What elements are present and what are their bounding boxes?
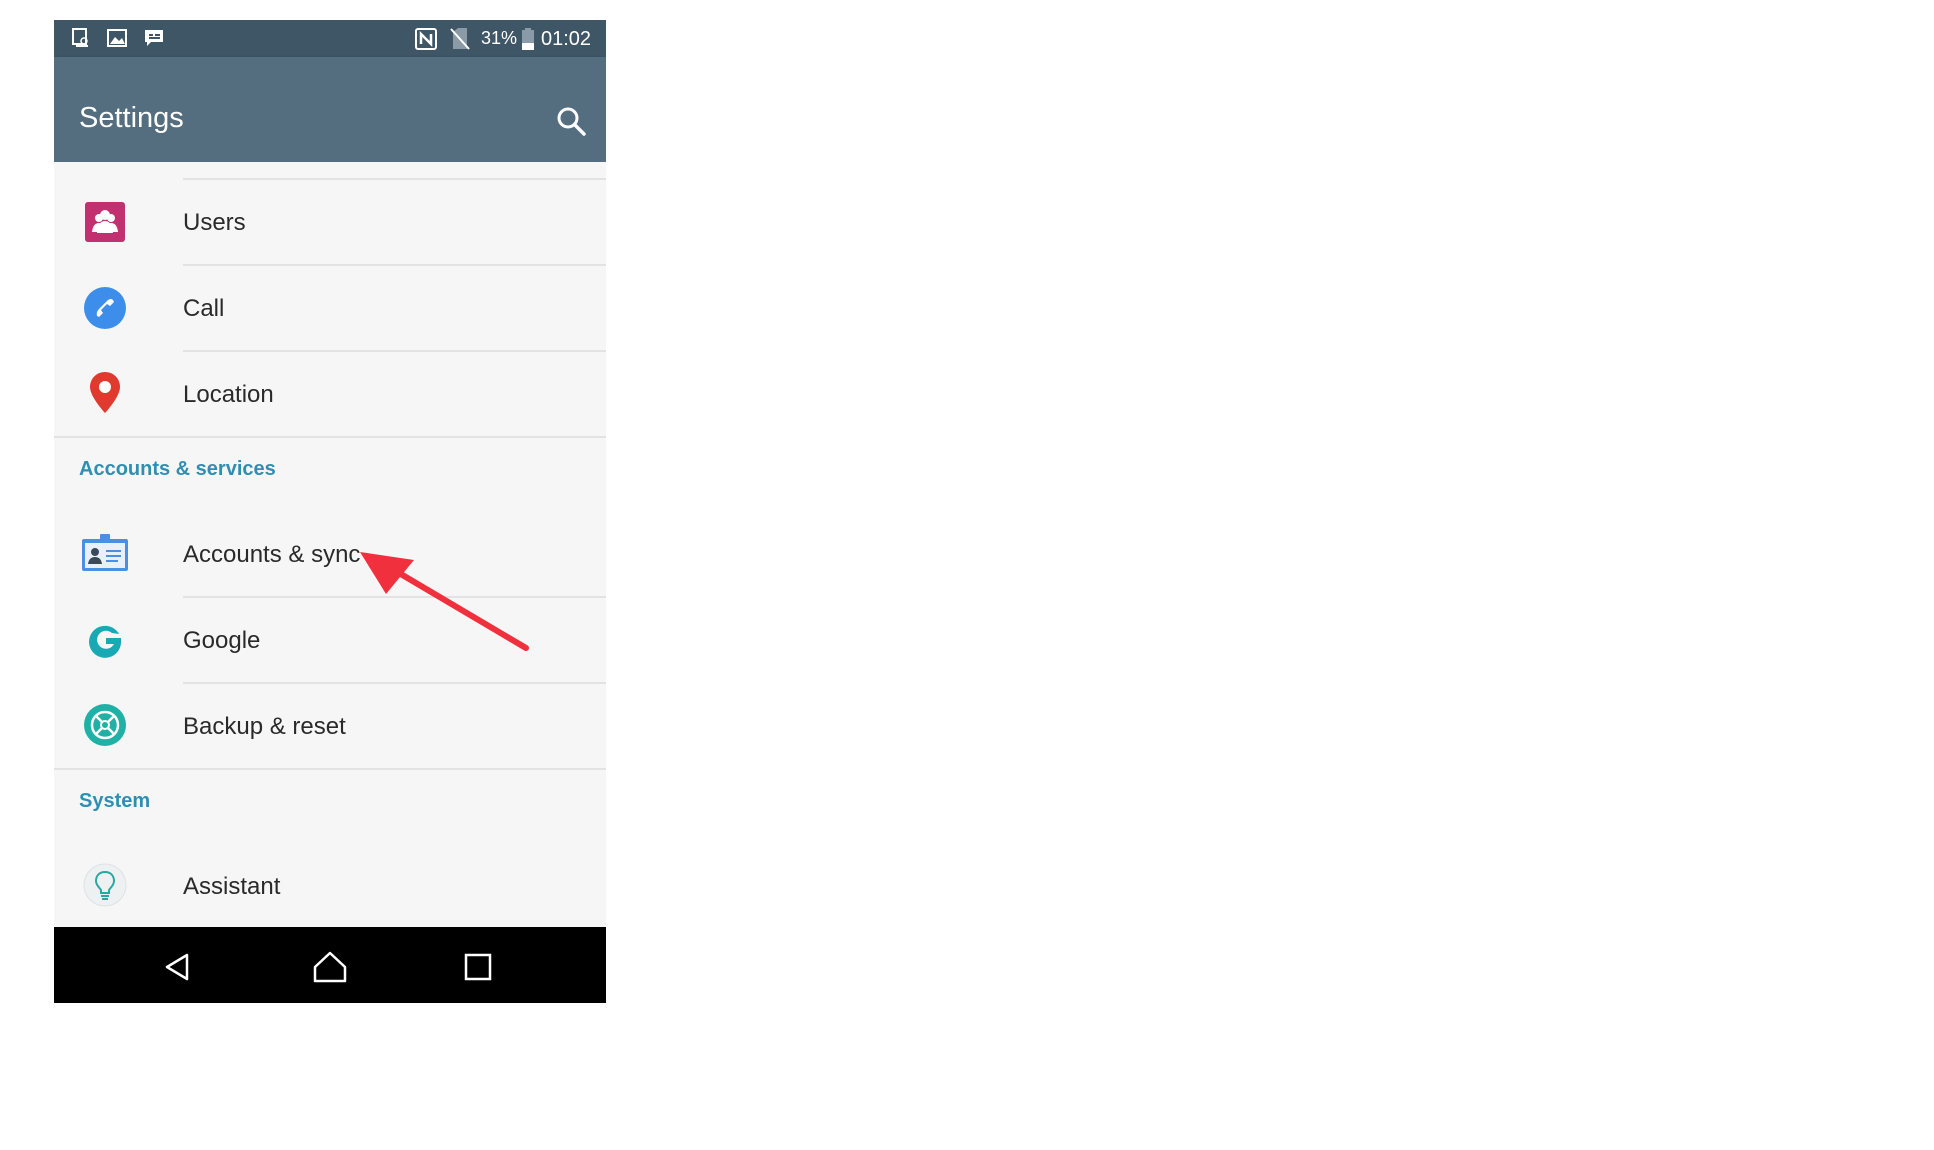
phone-screen: 31% 01:02 Settings Users Call Location A… — [54, 20, 606, 1003]
list-item-assistant[interactable]: Assistant — [54, 844, 606, 928]
assistant-bulb-icon — [83, 863, 127, 907]
list-item-label: Users — [183, 209, 246, 236]
screenshot-notification-icon — [72, 28, 88, 47]
battery-icon — [522, 28, 534, 50]
nfc-icon — [415, 28, 437, 50]
section-header-system: System — [79, 790, 151, 812]
list-item-label: Call — [183, 295, 225, 322]
message-notification-icon — [145, 30, 163, 46]
call-icon — [84, 287, 126, 329]
search-icon[interactable] — [551, 102, 591, 142]
clock: 01:02 — [541, 28, 592, 50]
google-icon — [89, 625, 121, 658]
users-icon — [85, 202, 125, 242]
page-title: Settings — [79, 102, 184, 134]
battery-percent: 31% — [481, 28, 518, 48]
list-item-label: Google — [183, 627, 261, 654]
annotation-arrow-icon — [360, 552, 529, 651]
status-bar: 31% 01:02 — [54, 20, 606, 57]
no-sim-icon — [450, 28, 470, 50]
backup-reset-icon — [84, 704, 126, 746]
list-item-label: Location — [183, 381, 274, 408]
list-item-label: Assistant — [183, 873, 281, 900]
home-icon[interactable] — [310, 947, 350, 987]
list-item-call[interactable]: Call — [54, 266, 606, 350]
back-icon[interactable] — [158, 947, 198, 987]
image-notification-icon — [107, 29, 127, 47]
app-bar: Settings — [54, 57, 606, 162]
list-item-backup-reset[interactable]: Backup & reset — [54, 684, 606, 768]
location-pin-icon — [90, 372, 120, 413]
list-item-label: Accounts & sync — [183, 541, 361, 568]
list-item-location[interactable]: Location — [54, 352, 606, 436]
list-item-users[interactable]: Users — [54, 180, 606, 264]
section-divider — [54, 436, 606, 438]
section-header-accounts: Accounts & services — [79, 458, 276, 480]
navigation-bar — [54, 927, 606, 1003]
list-item-label: Backup & reset — [183, 713, 346, 740]
section-divider — [54, 768, 606, 770]
recents-icon[interactable] — [458, 947, 498, 987]
accounts-sync-icon — [82, 534, 128, 571]
